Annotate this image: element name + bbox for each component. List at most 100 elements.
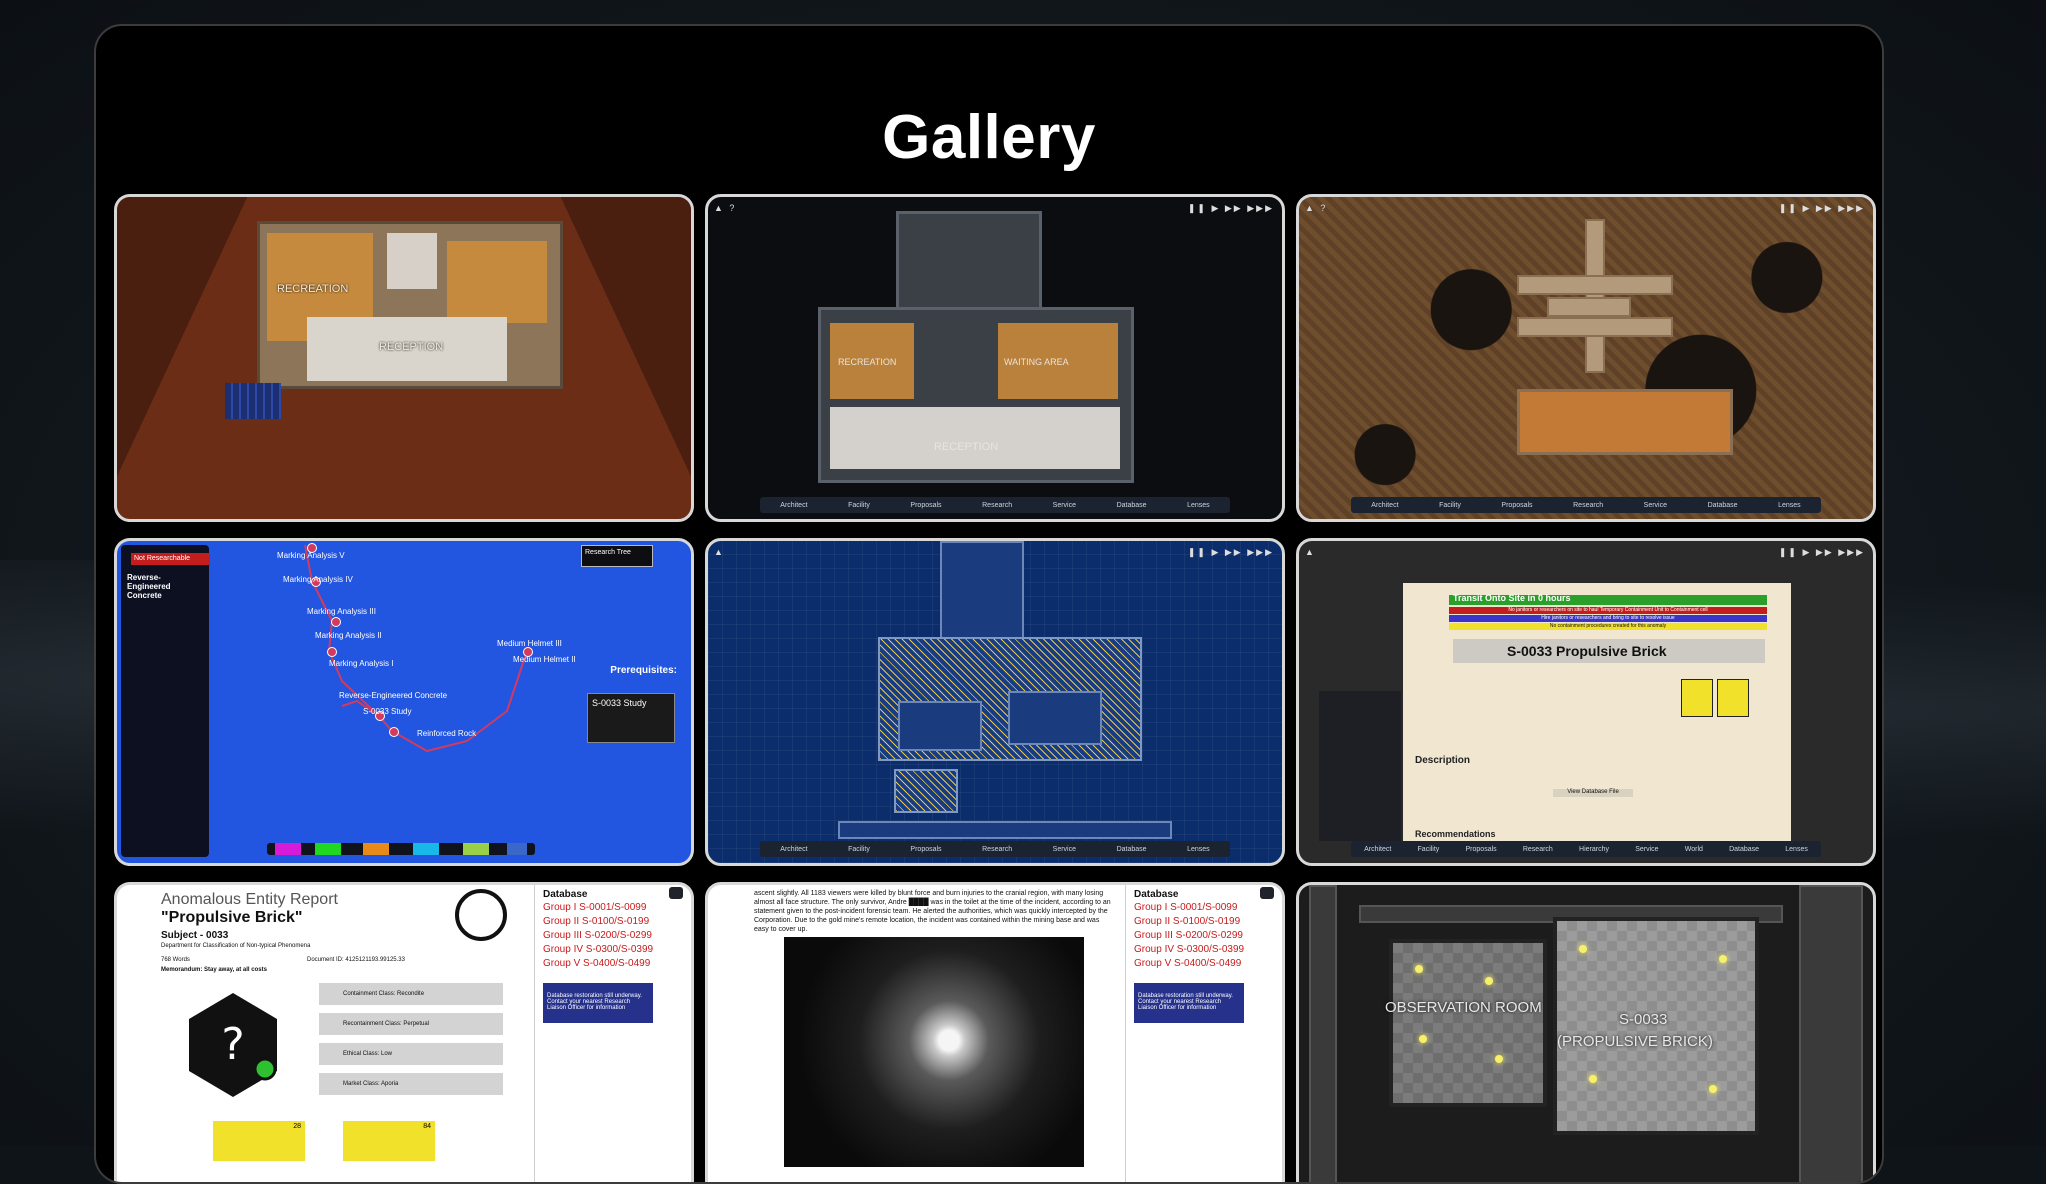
node-label: S-0033 Study <box>363 707 412 716</box>
database-note: Database restoration still underway. Con… <box>543 983 653 1023</box>
database-groups: Group I S-0001/S-0099 Group II S-0100/S-… <box>543 901 653 971</box>
toolbar-proposals: Proposals <box>1465 845 1497 853</box>
gallery-image-4[interactable]: Not Researchable Reverse-Engineered Conc… <box>114 538 694 866</box>
database-groups: Group I S-0001/S-0099 Group II S-0100/S-… <box>1134 901 1244 971</box>
toolbar-service: Service <box>1643 501 1667 509</box>
toolbar-database: Database <box>1707 501 1738 509</box>
gallery-image-5[interactable]: ▲ ❚❚ ▶ ▶▶ ▶▶▶ Architect Facility Proposa… <box>705 538 1285 866</box>
structure <box>940 541 1024 645</box>
word-count: 768 Words <box>161 957 190 963</box>
research-node <box>331 617 341 627</box>
toolbar-lenses: Lenses <box>1187 501 1210 509</box>
menu-icon: ▲ ? <box>714 203 737 213</box>
incident-photo <box>784 937 1084 1167</box>
ethical-class: Ethical Class: Low <box>319 1043 503 1065</box>
warning-sign-icon <box>1681 679 1713 717</box>
structure <box>1008 691 1102 745</box>
prerequisite-item: S-0033 Study <box>587 693 675 743</box>
reception-room <box>830 407 1120 469</box>
light <box>1495 1055 1503 1063</box>
node-label: Marking Analysis II <box>315 631 382 640</box>
room-label: RECREATION <box>277 283 349 295</box>
gallery-title: Gallery <box>882 103 1096 172</box>
node-label: Reverse-Engineered Concrete <box>339 691 448 700</box>
room-label: (PROPULSIVE BRICK) <box>1557 1033 1713 1050</box>
database-note: Database restoration still underway. Con… <box>1134 983 1244 1023</box>
gallery-image-9[interactable]: OBSERVATION ROOM S-0033 (PROPULSIVE BRIC… <box>1296 882 1876 1182</box>
recommendations-title: Recommendations <box>1415 829 1496 839</box>
structure <box>896 211 1042 317</box>
light <box>1709 1085 1717 1093</box>
gallery-panel: Gallery RECREATION RECEPTION ▲ ? ❚❚ ▶ ▶▶… <box>94 24 1884 1184</box>
toolbar-facility: Facility <box>1417 845 1440 853</box>
bottom-toolbar: Architect Facility Proposals Research Hi… <box>1351 841 1821 857</box>
node-label: Marking Analysis V <box>277 551 345 560</box>
warning-sign-icon: 84 <box>343 1121 435 1161</box>
observation-room <box>1389 939 1547 1107</box>
database-group: Group II S-0100/S-0199 <box>543 916 650 927</box>
database-group: Group I S-0001/S-0099 <box>543 902 647 913</box>
office-room <box>447 241 547 323</box>
menu-icon: ▲ <box>1305 547 1316 557</box>
expand-icon <box>669 887 683 899</box>
room-label: S-0033 <box>1619 1011 1668 1028</box>
bottom-toolbar: Architect Facility Proposals Research Se… <box>760 841 1230 857</box>
solar-panels <box>225 383 281 419</box>
gallery-image-1[interactable]: RECREATION RECEPTION <box>114 194 694 522</box>
toolbar-database: Database <box>1729 845 1760 853</box>
wall <box>1309 885 1337 1182</box>
node-label: Marking Analysis IV <box>283 575 353 584</box>
bottom-toolbar: Architect Facility Proposals Research Se… <box>760 497 1230 513</box>
gallery-image-7[interactable]: Anomalous Entity Report "Propulsive Bric… <box>114 882 694 1182</box>
database-group: Group IV S-0300/S-0399 <box>543 944 654 955</box>
room <box>387 233 437 289</box>
research-node <box>389 727 399 737</box>
warning-line: Hire janitors or researchers and bring t… <box>1449 615 1767 622</box>
speed-controls-icon: ❚❚ ▶ ▶▶ ▶▶▶ <box>1778 547 1865 557</box>
toolbar-lenses: Lenses <box>1187 845 1210 853</box>
personnel-menu <box>1319 691 1401 841</box>
warning-sign-icon: 28 <box>213 1121 305 1161</box>
light <box>1419 1035 1427 1043</box>
database-group: Group II S-0100/S-0199 <box>1134 916 1241 927</box>
department: Department for Classification of Non-typ… <box>161 943 311 949</box>
toolbar-architect: Architect <box>1364 845 1392 853</box>
room-label: OBSERVATION ROOM <box>1385 999 1542 1016</box>
toolbar-database: Database <box>1116 501 1147 509</box>
node-label: Marking Analysis III <box>307 607 376 616</box>
gallery-image-2[interactable]: ▲ ? ❚❚ ▶ ▶▶ ▶▶▶ RECREATION WAITING AREA … <box>705 194 1285 522</box>
light <box>1485 977 1493 985</box>
market-class: Market Class: Aporia <box>319 1073 503 1095</box>
anomaly-hex-icon: ? <box>189 993 277 1097</box>
svg-text:?: ? <box>221 1019 244 1070</box>
toolbar-service: Service <box>1052 501 1076 509</box>
warning-line: No containment procedures created for th… <box>1449 623 1767 630</box>
toolbar-facility: Facility <box>848 501 870 509</box>
room-label: RECREATION <box>838 357 897 367</box>
database-title: Database <box>1134 889 1179 900</box>
toolbar-architect: Architect <box>780 501 808 509</box>
research-node <box>327 647 337 657</box>
light <box>1415 965 1423 973</box>
toolbar-architect: Architect <box>1371 501 1399 509</box>
sign-number: 84 <box>423 1123 431 1130</box>
corridor <box>1517 275 1673 295</box>
gallery-image-8[interactable]: ascent slightly. All 1183 viewers were k… <box>705 882 1285 1182</box>
gallery-image-6[interactable]: ▲ ❚❚ ▶ ▶▶ ▶▶▶ Transit Onto Site in 0 hou… <box>1296 538 1876 866</box>
toolbar-lenses: Lenses <box>1785 845 1808 853</box>
gallery-image-3[interactable]: ▲ ? ❚❚ ▶ ▶▶ ▶▶▶ Architect Facility Propo… <box>1296 194 1876 522</box>
database-group: Group III S-0200/S-0299 <box>1134 930 1243 941</box>
toolbar-database: Database <box>1116 845 1147 853</box>
sign-number: 28 <box>293 1123 301 1130</box>
toolbar-research: Research <box>1573 501 1604 509</box>
toolbar-world: World <box>1684 845 1703 853</box>
database-group: Group V S-0400/S-0499 <box>543 958 651 969</box>
toolbar-research: Research <box>982 845 1013 853</box>
seal-icon <box>455 889 507 941</box>
toolbar-hierarchy: Hierarchy <box>1579 845 1609 853</box>
toolbar-lenses: Lenses <box>1778 501 1801 509</box>
description-title: Description <box>1415 755 1471 766</box>
room-label: RECEPTION <box>379 341 444 353</box>
toolbar-service: Service <box>1052 845 1076 853</box>
view-database-button: View Database File <box>1553 789 1633 797</box>
